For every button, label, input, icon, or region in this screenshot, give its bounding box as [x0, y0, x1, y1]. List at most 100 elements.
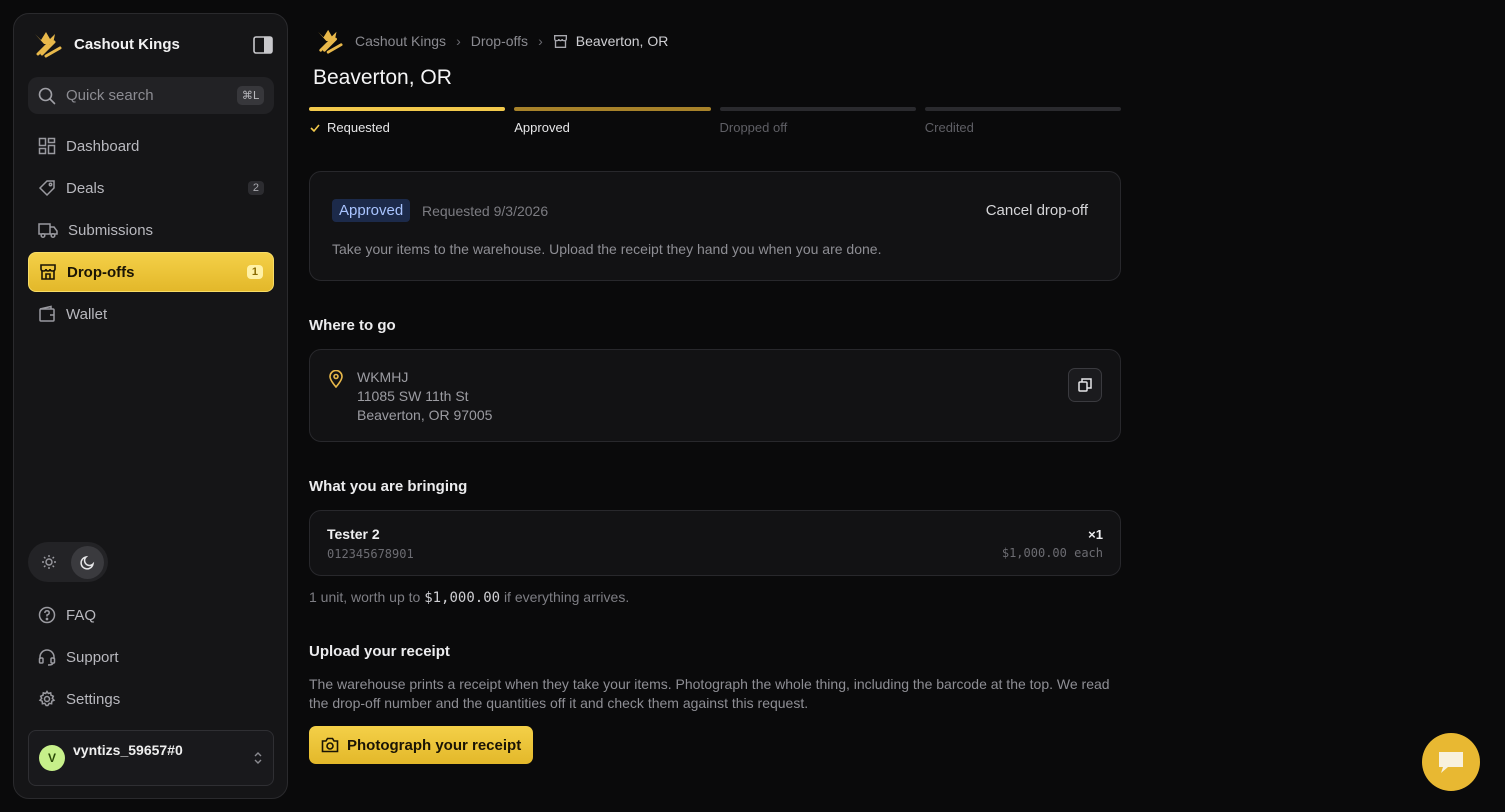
- bringing-heading: What you are bringing: [309, 478, 468, 495]
- sidebar: Cashout Kings Quick search ⌘L Dashboard …: [13, 13, 288, 799]
- main-nav: Dashboard Deals 2 Submissions Drop-offs …: [28, 126, 274, 336]
- address-card: WKMHJ 11085 SW 11th St Beaverton, OR 970…: [309, 349, 1121, 442]
- breadcrumb: Cashout Kings › Drop-offs › Beaverton, O…: [315, 28, 668, 54]
- step-label-row: Requested: [309, 120, 505, 135]
- address-line: Beaverton, OR 97005: [357, 407, 493, 423]
- help-circle-icon: [38, 606, 56, 624]
- search-placeholder: Quick search: [66, 87, 154, 104]
- moon-icon: [79, 555, 94, 570]
- camera-icon: [321, 737, 339, 753]
- step-label-row: Credited: [925, 120, 1121, 135]
- sidebar-item-submissions[interactable]: Submissions: [28, 210, 274, 250]
- brand[interactable]: Cashout Kings: [32, 30, 180, 58]
- sidebar-item-settings[interactable]: Settings: [28, 679, 274, 719]
- summary-amount: $1,000.00: [424, 590, 501, 606]
- user-menu[interactable]: V vyntizs_59657#0: [28, 730, 274, 786]
- drop-offs-count-badge: 1: [246, 265, 263, 279]
- deals-count-badge: 2: [247, 181, 264, 195]
- page-title: Beaverton, OR: [313, 66, 452, 89]
- breadcrumb-root[interactable]: Cashout Kings: [355, 33, 446, 49]
- sidebar-item-label: Deals: [66, 179, 105, 197]
- crown-logo-icon: [35, 32, 62, 58]
- chevron-right-icon: ›: [538, 33, 543, 49]
- theme-toggle[interactable]: [28, 542, 108, 582]
- breadcrumb-current: Beaverton, OR: [553, 33, 669, 49]
- summary-prefix: 1 unit, worth up to: [309, 589, 421, 605]
- status-card: Approved Requested 9/3/2026 Cancel drop-…: [309, 171, 1121, 281]
- search-shortcut: ⌘L: [236, 86, 264, 105]
- step-label: Approved: [514, 120, 570, 135]
- store-icon: [40, 264, 56, 280]
- copy-icon: [1078, 378, 1092, 392]
- chevron-right-icon: ›: [456, 33, 461, 49]
- sidebar-item-dashboard[interactable]: Dashboard: [28, 126, 274, 166]
- sidebar-item-label: FAQ: [66, 606, 97, 624]
- search-icon: [38, 87, 56, 104]
- breadcrumb-current-label: Beaverton, OR: [575, 33, 669, 49]
- step-label: Credited: [924, 120, 974, 135]
- step-label: Requested: [327, 120, 390, 135]
- upload-heading: Upload your receipt: [309, 643, 450, 660]
- step-credited: Credited: [924, 107, 1121, 135]
- light-theme-option[interactable]: [32, 546, 65, 579]
- worth-summary: 1 unit, worth up to $1,000.00 if everyth…: [309, 589, 629, 606]
- step-bar: [514, 107, 711, 111]
- photograph-receipt-label: Photograph your receipt: [347, 736, 522, 754]
- sidebar-item-faq[interactable]: FAQ: [28, 595, 274, 635]
- copy-address-button[interactable]: [1068, 368, 1102, 402]
- dashboard-icon: [38, 137, 56, 155]
- breadcrumb-section[interactable]: Drop-offs: [471, 33, 528, 49]
- chat-button[interactable]: [1422, 733, 1480, 791]
- step-approved: Approved: [514, 107, 711, 135]
- status-badge: Approved: [332, 199, 411, 222]
- address-line: WKMHJ: [357, 369, 409, 385]
- sidebar-item-label: Submissions: [68, 221, 154, 239]
- step-bar: [924, 107, 1121, 111]
- sidebar-item-label: Drop-offs: [67, 263, 135, 281]
- chevron-up-down-icon: [254, 752, 262, 764]
- dark-theme-option[interactable]: [71, 545, 104, 579]
- store-icon: [553, 34, 567, 48]
- step-dropped-off: Dropped off: [719, 107, 916, 135]
- cancel-drop-off-button[interactable]: Cancel drop-off: [986, 202, 1088, 219]
- brand-name: Cashout Kings: [74, 35, 180, 53]
- step-label-row: Approved: [514, 120, 710, 135]
- check-icon: [310, 123, 320, 132]
- address-line: 11085 SW 11th St: [357, 388, 469, 404]
- step-label-row: Dropped off: [720, 120, 916, 135]
- sidebar-item-drop-offs[interactable]: Drop-offs 1: [28, 252, 274, 292]
- avatar: V: [39, 745, 65, 771]
- item-card: Tester 2 012345678901 ×1 $1,000.00 each: [309, 510, 1121, 576]
- step-bar: [719, 107, 916, 111]
- tag-icon: [38, 180, 55, 197]
- sidebar-item-wallet[interactable]: Wallet: [28, 294, 274, 334]
- item-name: Tester 2: [327, 526, 380, 542]
- sidebar-item-label: Support: [66, 648, 119, 666]
- status-description: Take your items to the warehouse. Upload…: [332, 241, 882, 257]
- chat-icon: [1439, 752, 1463, 773]
- sidebar-item-deals[interactable]: Deals 2: [28, 168, 274, 208]
- summary-suffix: if everything arrives.: [503, 589, 630, 605]
- item-quantity: ×1: [1088, 527, 1103, 542]
- headset-icon: [38, 649, 56, 666]
- map-pin-icon: [329, 370, 343, 388]
- secondary-nav: FAQ Support Settings: [28, 595, 274, 721]
- step-label: Dropped off: [719, 120, 788, 135]
- sidebar-item-support[interactable]: Support: [28, 637, 274, 677]
- crown-logo-icon: [317, 29, 343, 54]
- step-bar: [309, 107, 506, 111]
- item-code: 012345678901: [327, 547, 414, 561]
- sun-icon: [41, 555, 56, 569]
- sidebar-toggle-icon[interactable]: [253, 36, 273, 54]
- sidebar-item-label: Settings: [66, 690, 121, 708]
- user-name: vyntizs_59657#0: [73, 742, 183, 758]
- truck-icon: [38, 223, 58, 239]
- quick-search[interactable]: Quick search ⌘L: [28, 77, 274, 114]
- sidebar-item-label: Wallet: [66, 305, 108, 323]
- step-requested: Requested: [309, 107, 506, 135]
- warehouse-address: WKMHJ 11085 SW 11th St Beaverton, OR 970…: [357, 368, 492, 425]
- progress-steps: Requested Approved Dropped off Credited: [309, 107, 1121, 135]
- photograph-receipt-button[interactable]: Photograph your receipt: [309, 726, 534, 764]
- sidebar-item-label: Dashboard: [66, 137, 140, 155]
- item-price-each: $1,000.00 each: [1001, 546, 1103, 560]
